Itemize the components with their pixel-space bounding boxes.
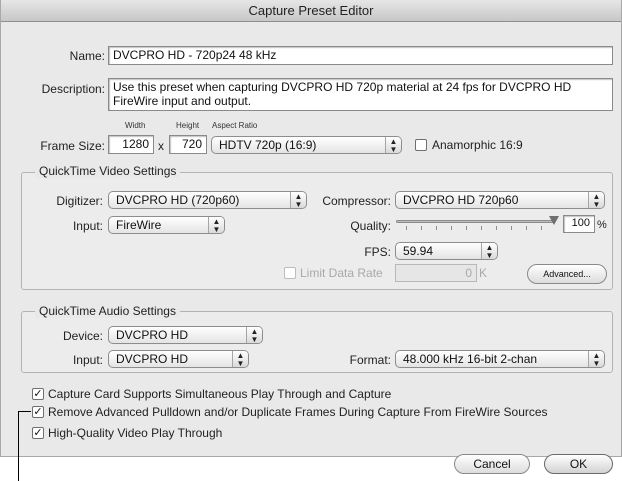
play-through-capture-label: Capture Card Supports Simultaneous Play … — [48, 387, 392, 401]
ok-button[interactable]: OK — [544, 454, 613, 474]
play-through-capture-checkbox[interactable]: ✓ — [32, 388, 44, 400]
limit-data-rate-checkbox[interactable] — [284, 267, 296, 279]
description-field[interactable]: Use this preset when capturing DVCPRO HD… — [108, 78, 613, 111]
high-quality-playthrough-label: High-Quality Video Play Through — [48, 426, 223, 440]
audio-device-value: DVCPRO HD — [116, 328, 189, 342]
description-line-1: Use this preset when capturing DVCPRO HD… — [113, 80, 572, 94]
video-input-label: Input: — [72, 219, 103, 233]
updown-arrows-icon: ▲ ▼ — [385, 137, 401, 154]
updown-arrows-icon: ▲ ▼ — [232, 351, 248, 368]
audio-input-popup[interactable]: DVCPRO HD ▲ ▼ — [108, 350, 249, 368]
video-input-popup[interactable]: FireWire ▲ ▼ — [108, 216, 225, 234]
aspect-ratio-value: HDTV 720p (16:9) — [219, 138, 317, 152]
audio-input-label: Input: — [72, 353, 103, 367]
updown-arrows-icon: ▲ ▼ — [290, 192, 306, 209]
callout-line-vertical — [18, 411, 19, 481]
height-caption: Height — [176, 121, 200, 130]
quality-slider[interactable] — [394, 214, 559, 232]
aspect-ratio-caption: Aspect Ratio — [212, 121, 258, 130]
height-field[interactable]: 720 — [169, 135, 207, 154]
cancel-button[interactable]: Cancel — [454, 454, 530, 474]
compressor-popup[interactable]: DVCPRO HD 720p60 ▲ ▼ — [395, 191, 605, 209]
quality-slider-thumb[interactable] — [549, 216, 559, 225]
updown-arrows-icon: ▲ ▼ — [246, 327, 262, 344]
description-line-2: FireWire input and output. — [113, 94, 252, 108]
name-label: Name: — [69, 49, 105, 63]
audio-format-popup[interactable]: 48.000 kHz 16-bit 2-chan ▲ ▼ — [395, 350, 605, 368]
remove-pulldown-label: Remove Advanced Pulldown and/or Duplicat… — [48, 405, 548, 419]
digitizer-label: Digitizer: — [56, 194, 103, 208]
limit-data-rate-field[interactable]: 0 — [395, 264, 477, 282]
callout-line-horizontal — [18, 411, 31, 412]
name-field[interactable]: DVCPRO HD - 720p24 48 kHz — [108, 46, 613, 65]
updown-arrows-icon: ▲ ▼ — [208, 217, 224, 234]
width-caption: Width — [125, 121, 146, 130]
video-input-value: FireWire — [116, 218, 162, 232]
compressor-value: DVCPRO HD 720p60 — [403, 193, 519, 207]
high-quality-playthrough-checkbox[interactable]: ✓ — [32, 427, 44, 439]
checkmark-icon: ✓ — [33, 388, 43, 400]
updown-arrows-icon: ▲ ▼ — [588, 192, 604, 209]
audio-device-label: Device: — [62, 329, 103, 343]
anamorphic-label: Anamorphic 16:9 — [432, 138, 523, 152]
fps-value: 59.94 — [403, 244, 434, 258]
compressor-label: Compressor: — [322, 194, 391, 208]
aspect-ratio-popup[interactable]: HDTV 720p (16:9) ▲ ▼ — [211, 136, 402, 154]
advanced-button[interactable]: Advanced... — [527, 264, 607, 284]
checkmark-icon: ✓ — [33, 427, 43, 439]
audio-device-popup[interactable]: DVCPRO HD ▲ ▼ — [108, 326, 263, 344]
checkmark-icon: ✓ — [33, 406, 43, 418]
remove-pulldown-checkbox[interactable]: ✓ — [32, 406, 44, 418]
video-settings-title: QuickTime Video Settings — [35, 164, 181, 178]
fps-label: FPS: — [364, 245, 391, 259]
limit-data-rate-label: Limit Data Rate — [300, 266, 383, 280]
audio-input-value: DVCPRO HD — [116, 352, 189, 366]
anamorphic-checkbox[interactable] — [415, 139, 427, 151]
digitizer-value: DVCPRO HD (720p60) — [116, 193, 240, 207]
times-sign: x — [158, 139, 164, 153]
quality-unit: % — [597, 219, 607, 231]
quality-label: Quality: — [350, 219, 391, 233]
audio-format-label: Format: — [349, 353, 391, 367]
capture-preset-editor-window: Capture Preset Editor Name: DVCPRO HD - … — [0, 0, 622, 474]
digitizer-popup[interactable]: DVCPRO HD (720p60) ▲ ▼ — [108, 191, 307, 209]
audio-settings-title: QuickTime Audio Settings — [35, 304, 180, 318]
width-field[interactable]: 1280 — [108, 135, 154, 154]
quality-value-field[interactable]: 100 — [563, 215, 595, 233]
limit-data-rate-unit: K — [479, 266, 488, 280]
window-title: Capture Preset Editor — [1, 0, 621, 22]
updown-arrows-icon: ▲ ▼ — [481, 243, 497, 260]
description-label: Description: — [41, 82, 105, 96]
updown-arrows-icon: ▲ ▼ — [588, 351, 604, 368]
audio-format-value: 48.000 kHz 16-bit 2-chan — [403, 352, 538, 366]
fps-popup[interactable]: 59.94 ▲ ▼ — [395, 242, 498, 260]
frame-size-label: Frame Size: — [40, 139, 105, 153]
